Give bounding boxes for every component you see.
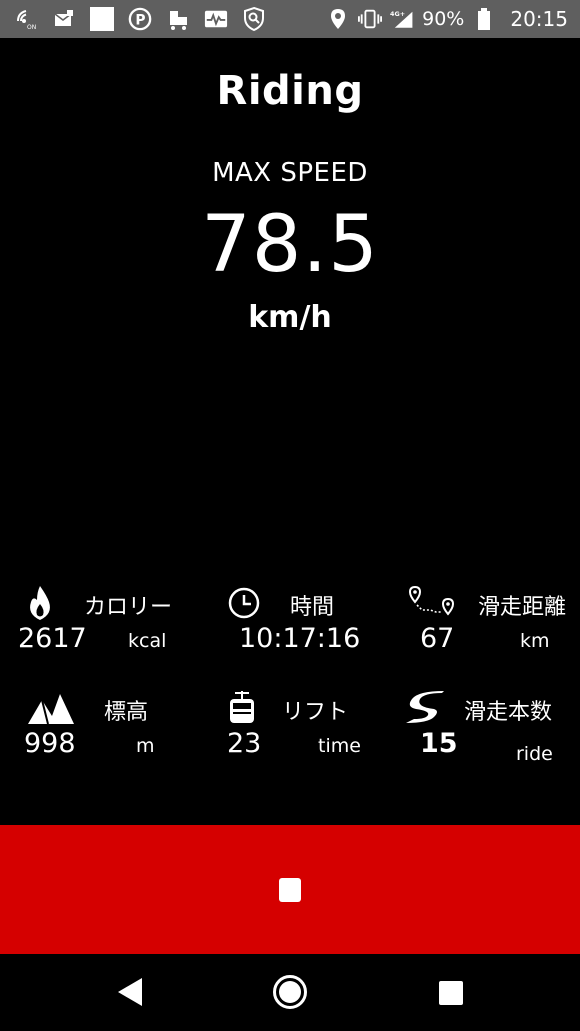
lift-value: 23: [227, 728, 262, 759]
time-value: 10:17:16: [239, 623, 361, 654]
runs-value: 15: [420, 728, 458, 759]
svg-text:ON: ON: [27, 24, 36, 31]
lift-unit: time: [318, 735, 361, 757]
calories-label: カロリー: [84, 595, 173, 620]
max-speed-unit: km/h: [248, 300, 332, 335]
time-label: 時間: [290, 595, 335, 620]
back-triangle-icon[interactable]: [116, 976, 144, 1008]
slope-s-icon: [404, 688, 450, 728]
altitude-unit: m: [136, 735, 155, 757]
stat-runs: 滑走本数 15 ride: [404, 688, 580, 778]
distance-unit: km: [520, 630, 550, 652]
page-title: Riding: [216, 68, 364, 114]
runs-label: 滑走本数: [464, 700, 553, 725]
white-square-icon: [90, 7, 114, 31]
vibrate-icon: [358, 7, 383, 31]
gondola-icon: [222, 688, 262, 728]
riding-screen: ON P 4G+ 90% 20:15 Riding MAX SPEED 78.5…: [0, 0, 580, 1031]
home-circle-icon[interactable]: [272, 974, 308, 1010]
stat-lift: リフト 23 time: [222, 688, 412, 778]
stat-distance: 滑走距離 67 km: [408, 583, 580, 673]
stop-recording-button[interactable]: [0, 825, 580, 954]
stop-icon: [279, 877, 301, 902]
network-label: 4G+: [390, 10, 405, 18]
calories-value: 2617: [18, 623, 87, 654]
max-speed-value: 78.5: [201, 200, 379, 290]
distance-label: 滑走距離: [478, 595, 567, 620]
stat-calories: カロリー 2617 kcal: [18, 583, 208, 673]
activity-icon: [204, 7, 228, 31]
system-nav-bar: [0, 954, 580, 1031]
route-pins-icon: [408, 583, 456, 623]
status-bar: ON P 4G+ 90% 20:15: [0, 0, 580, 38]
flame-icon: [20, 583, 60, 623]
svg-text:P: P: [135, 13, 145, 29]
mail-icon: [52, 7, 76, 31]
clock-icon: [224, 583, 264, 623]
battery-percent: 90%: [422, 8, 465, 30]
lift-label: リフト: [282, 700, 349, 725]
recent-square-icon[interactable]: [439, 981, 463, 1005]
signal-4g-icon: 4G+: [390, 7, 414, 31]
calories-unit: kcal: [128, 630, 167, 652]
runs-unit: ride: [516, 743, 553, 765]
mountain-icon: [26, 688, 76, 728]
wifi-calling-icon: ON: [14, 7, 38, 31]
battery-icon: [472, 7, 496, 31]
parking-icon: P: [128, 7, 152, 31]
altitude-label: 標高: [104, 700, 149, 725]
search-shield-icon: [242, 6, 266, 32]
stat-time: 時間 10:17:16: [222, 583, 412, 673]
max-speed-label: MAX SPEED: [212, 158, 368, 188]
location-icon: [326, 7, 350, 31]
stat-altitude: 標高 998 m: [24, 688, 214, 778]
distance-value: 67: [420, 623, 455, 654]
luggage-icon: [166, 7, 190, 31]
clock-time: 20:15: [510, 7, 568, 31]
altitude-value: 998: [24, 728, 76, 759]
